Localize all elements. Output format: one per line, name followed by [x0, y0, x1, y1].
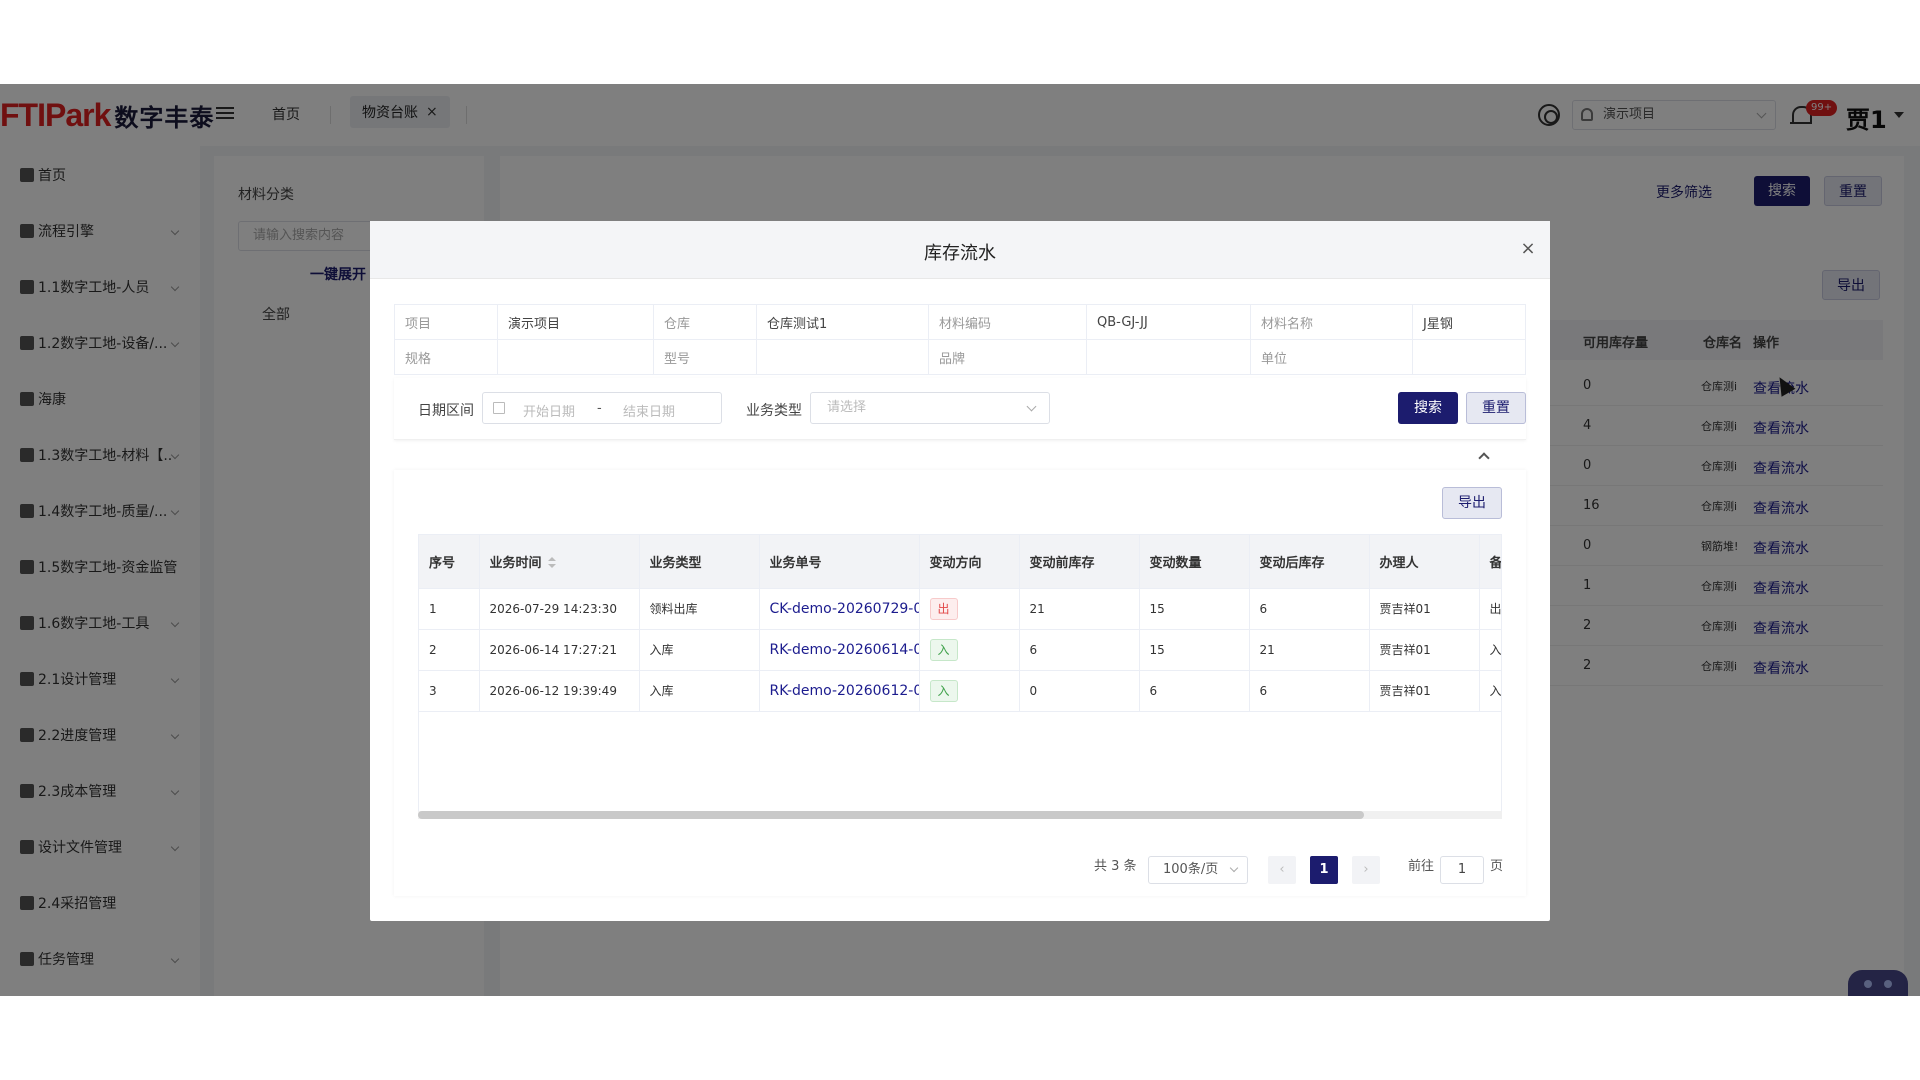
info-label: 材料编码: [928, 304, 1087, 340]
col-business-time[interactable]: 业务时间: [479, 535, 640, 589]
search-button[interactable]: 搜索: [1398, 392, 1458, 424]
range-separator: -: [597, 401, 602, 416]
info-label: 项目: [394, 304, 498, 340]
direction-cell: 出: [919, 588, 1020, 630]
chevron-down-icon: [1229, 863, 1239, 873]
app-window: FTIPark 数字丰泰 首页 物资台账 × 演示项目 99+ 贾1 首页 流程…: [0, 84, 1920, 996]
next-page-button[interactable]: ›: [1352, 856, 1380, 884]
col-index: 序号: [419, 535, 480, 589]
index-cell: 3: [419, 670, 480, 712]
start-date-input[interactable]: 开始日期: [523, 401, 575, 420]
col-remark: 备: [1479, 535, 1501, 589]
index-cell: 2: [419, 629, 480, 671]
page-1-button[interactable]: 1: [1310, 856, 1338, 884]
qty-cell: 15: [1139, 588, 1250, 630]
scrollbar-thumb[interactable]: [418, 811, 1364, 819]
pagination-total: 共 3 条: [1094, 859, 1137, 874]
info-value: [1086, 339, 1251, 375]
date-range-label: 日期区间: [418, 403, 474, 419]
handler-cell: 贾吉祥01: [1369, 629, 1480, 671]
col-direction: 变动方向: [919, 535, 1020, 589]
info-value: [1412, 339, 1526, 375]
col-before: 变动前库存: [1019, 535, 1140, 589]
filter-bar: 日期区间 开始日期 - 结束日期 业务类型 请选择 搜索 重置: [394, 378, 1526, 440]
col-handler: 办理人: [1369, 535, 1480, 589]
business-type-select[interactable]: 请选择: [810, 392, 1050, 424]
col-after: 变动后库存: [1249, 535, 1370, 589]
direction-tag: 出: [929, 597, 958, 620]
prev-page-button[interactable]: ‹: [1268, 856, 1296, 884]
before-cell: 0: [1019, 670, 1140, 712]
info-value: [497, 339, 654, 375]
order-link[interactable]: RK-demo-20260612-00: [759, 670, 920, 712]
table-row: 3 2026-06-12 19:39:49 入库 RK-demo-2026061…: [419, 670, 1501, 712]
page-size-select[interactable]: 100条/页: [1148, 856, 1248, 884]
remark-cell: 入: [1479, 670, 1501, 712]
horizontal-scrollbar[interactable]: [418, 811, 1502, 819]
handler-cell: 贾吉祥01: [1369, 670, 1480, 712]
info-label: 单位: [1250, 339, 1413, 375]
page-size-value: 100条/页: [1163, 862, 1219, 877]
before-cell: 21: [1019, 588, 1140, 630]
chevron-up-icon[interactable]: [1478, 452, 1490, 464]
sort-icon[interactable]: [547, 557, 556, 569]
table-header-row: 序号 业务时间 业务类型 业务单号 变动方向 变动前库存 变动数量 变动后库存 …: [419, 535, 1501, 589]
stock-flow-table: 序号 业务时间 业务类型 业务单号 变动方向 变动前库存 变动数量 变动后库存 …: [418, 534, 1502, 818]
info-label: 规格: [394, 339, 498, 375]
info-value: QB-GJ-JJ: [1086, 304, 1251, 340]
goto-page-input[interactable]: 1: [1440, 856, 1484, 884]
col-business-type: 业务类型: [639, 535, 760, 589]
material-info-grid: 项目 演示项目 仓库 仓库测试1 材料编码 QB-GJ-JJ 材料名称 J星钢 …: [394, 304, 1526, 375]
dialog-header: 库存流水 ×: [370, 221, 1550, 279]
time-cell: 2026-06-12 19:39:49: [479, 670, 640, 712]
direction-cell: 入: [919, 670, 1020, 712]
date-range-picker[interactable]: 开始日期 - 结束日期: [482, 392, 722, 424]
info-value: 演示项目: [497, 304, 654, 340]
direction-cell: 入: [919, 629, 1020, 671]
after-cell: 21: [1249, 629, 1370, 671]
after-cell: 6: [1249, 670, 1370, 712]
order-link[interactable]: CK-demo-20260729-00: [759, 588, 920, 630]
after-cell: 6: [1249, 588, 1370, 630]
info-label: 型号: [653, 339, 757, 375]
remark-cell: 出: [1479, 588, 1501, 630]
type-cell: 入库: [639, 629, 760, 671]
chevron-down-icon: [1026, 401, 1037, 412]
calendar-icon: [493, 402, 505, 414]
qty-cell: 6: [1139, 670, 1250, 712]
business-type-placeholder: 请选择: [827, 400, 867, 415]
end-date-input[interactable]: 结束日期: [623, 401, 675, 420]
stock-flow-dialog: 库存流水 × 项目 演示项目 仓库 仓库测试1 材料编码 QB-GJ-JJ 材料…: [370, 221, 1550, 921]
info-value: J星钢: [1412, 304, 1526, 340]
direction-tag: 入: [929, 638, 958, 661]
page-suffix: 页: [1490, 859, 1504, 874]
reset-button[interactable]: 重置: [1466, 392, 1526, 424]
handler-cell: 贾吉祥01: [1369, 588, 1480, 630]
info-label: 仓库: [653, 304, 757, 340]
info-label: 材料名称: [1250, 304, 1413, 340]
direction-tag: 入: [929, 679, 958, 702]
type-cell: 入库: [639, 670, 760, 712]
before-cell: 6: [1019, 629, 1140, 671]
goto-label: 前往: [1408, 859, 1435, 874]
time-cell: 2026-06-14 17:27:21: [479, 629, 640, 671]
info-label: 品牌: [928, 339, 1087, 375]
business-type-label: 业务类型: [746, 403, 802, 419]
col-label: 业务时间: [489, 555, 542, 571]
remark-cell: 入: [1479, 629, 1501, 671]
table-row: 1 2026-07-29 14:23:30 领料出库 CK-demo-20260…: [419, 588, 1501, 630]
table-row: 2 2026-06-14 17:27:21 入库 RK-demo-2026061…: [419, 629, 1501, 671]
qty-cell: 15: [1139, 629, 1250, 671]
close-icon[interactable]: ×: [1520, 240, 1536, 258]
info-value: 仓库测试1: [756, 304, 929, 340]
order-link[interactable]: RK-demo-20260614-00: [759, 629, 920, 671]
col-qty: 变动数量: [1139, 535, 1250, 589]
info-value: [756, 339, 929, 375]
col-order-no: 业务单号: [759, 535, 920, 589]
index-cell: 1: [419, 588, 480, 630]
type-cell: 领料出库: [639, 588, 760, 630]
export-button[interactable]: 导出: [1442, 487, 1502, 519]
dialog-title: 库存流水: [924, 243, 996, 264]
time-cell: 2026-07-29 14:23:30: [479, 588, 640, 630]
